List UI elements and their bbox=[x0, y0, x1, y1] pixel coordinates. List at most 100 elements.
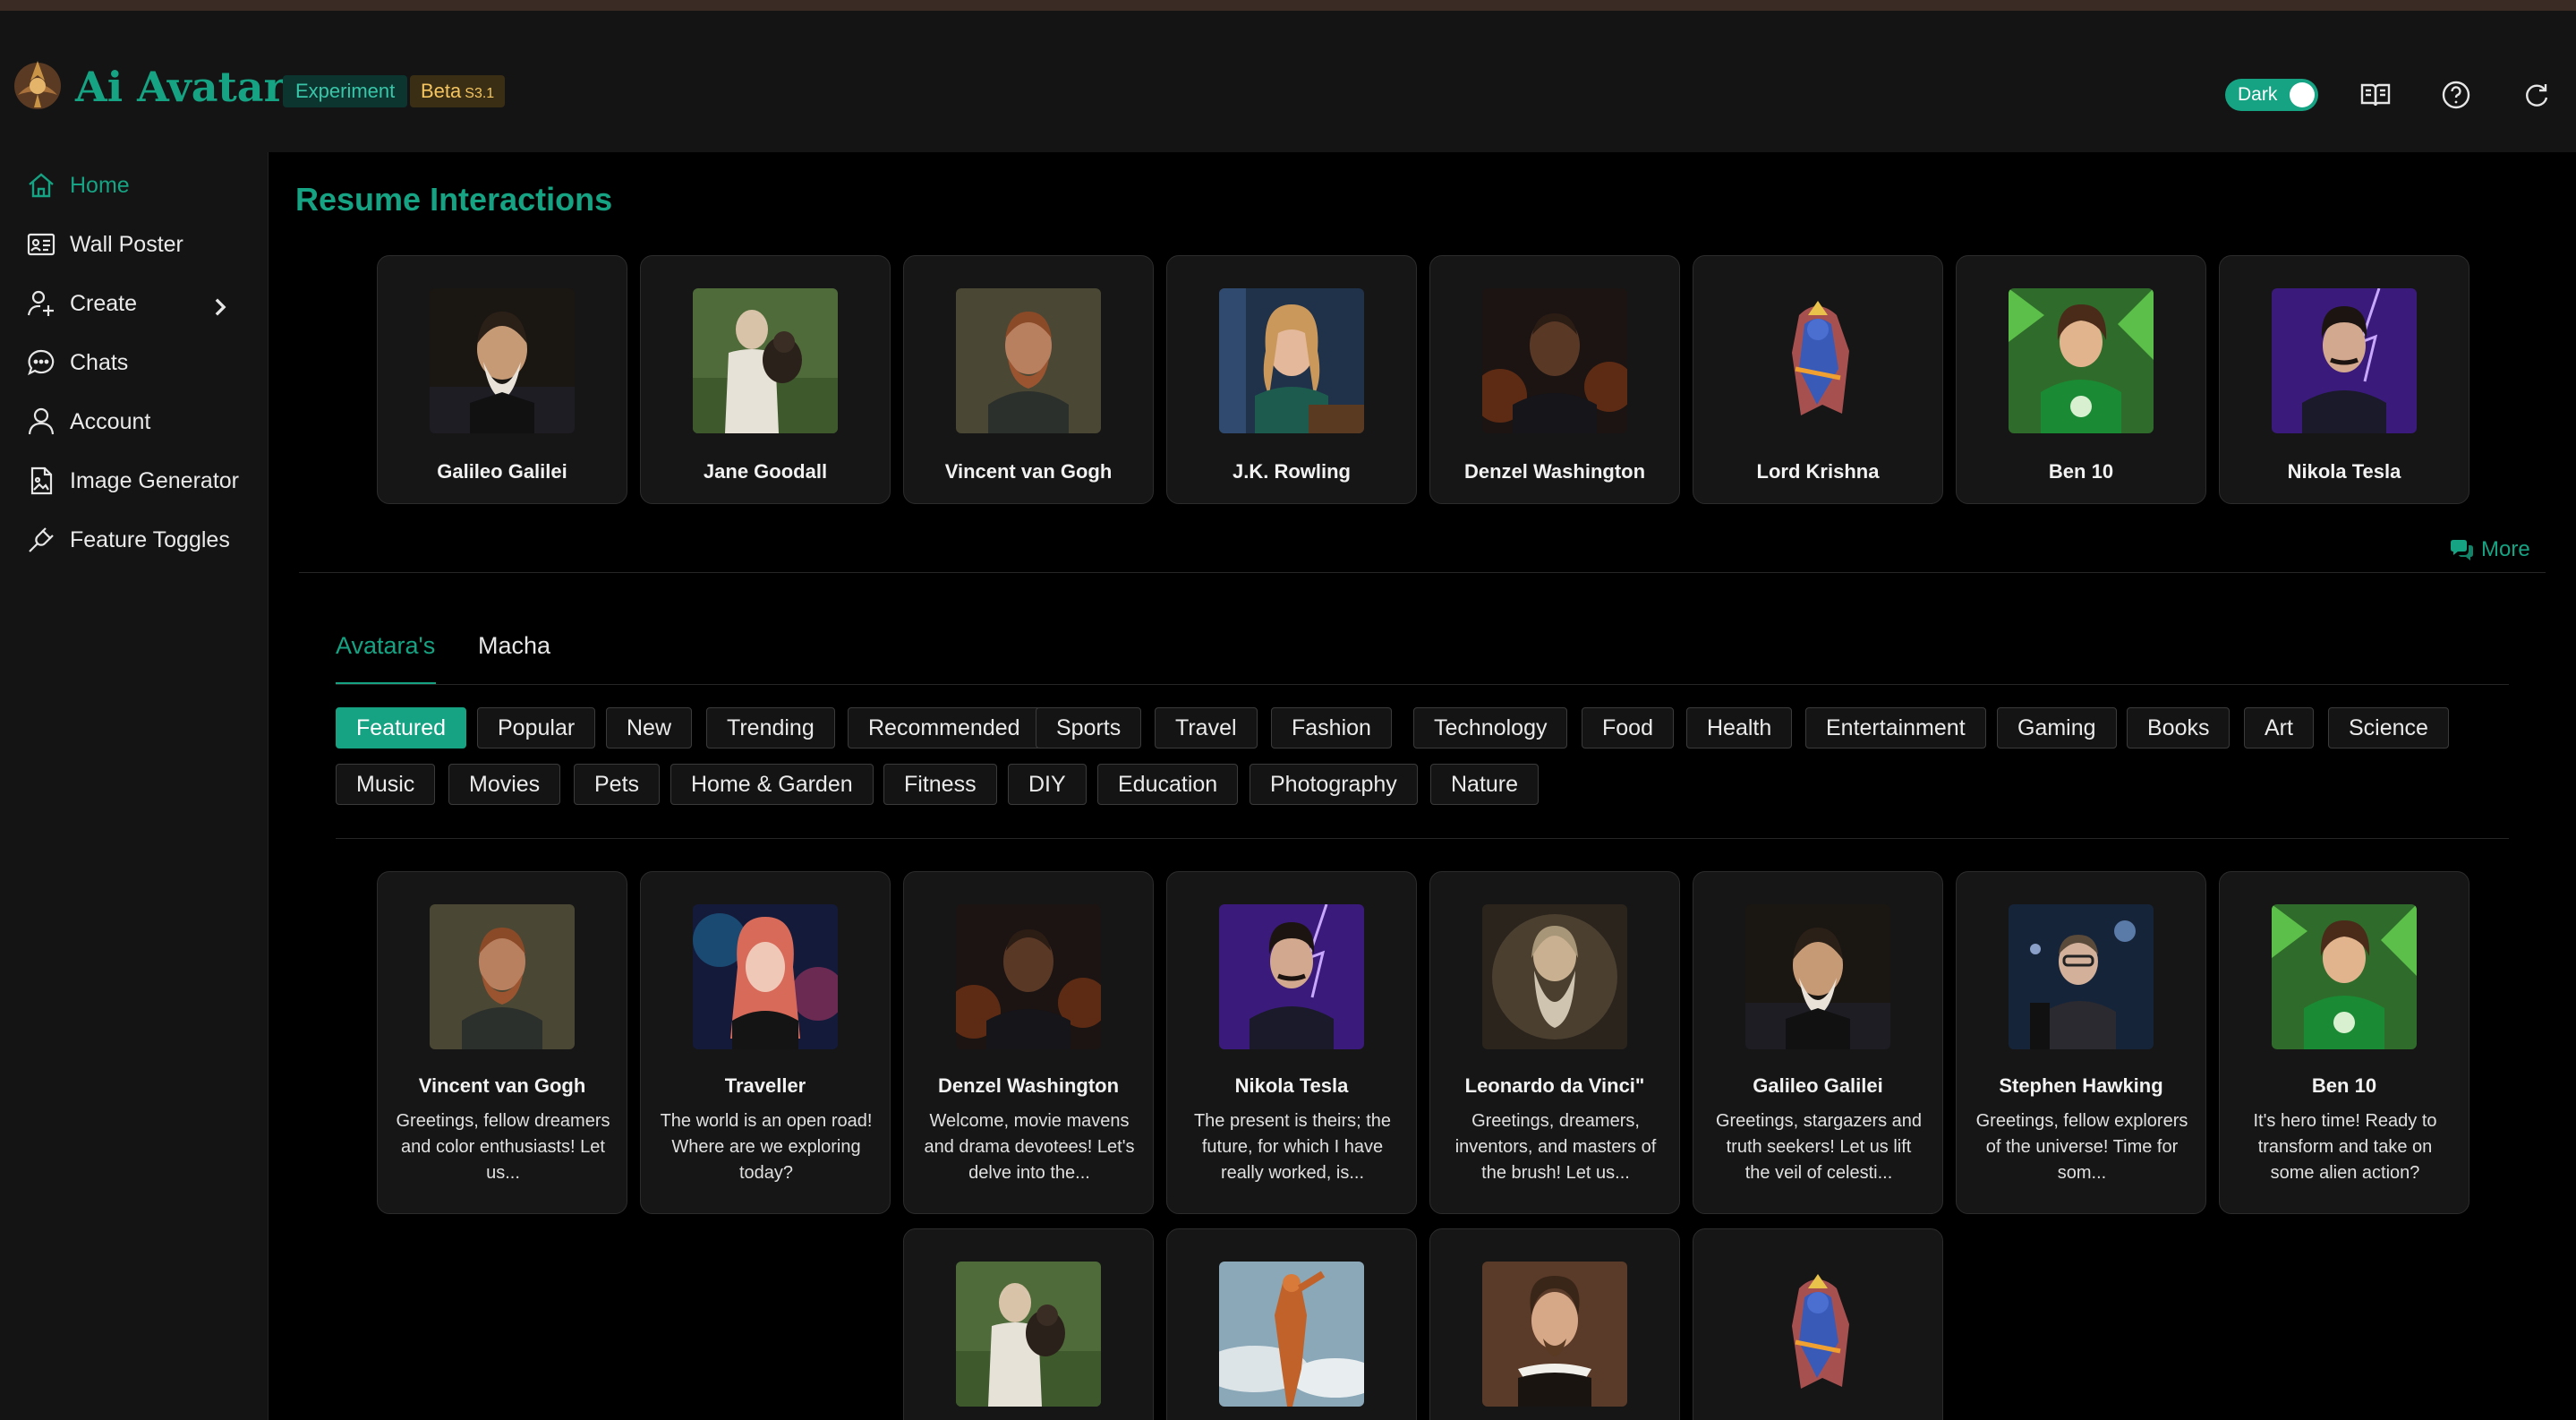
chip-diy[interactable]: DIY bbox=[1008, 764, 1087, 805]
chip-entertainment[interactable]: Entertainment bbox=[1805, 707, 1986, 748]
iron-figure-portrait bbox=[1219, 1262, 1364, 1407]
traveller-portrait bbox=[693, 904, 838, 1049]
sidebar-item-chats[interactable]: Chats bbox=[25, 343, 249, 382]
book-icon[interactable] bbox=[2358, 77, 2393, 113]
brand-name[interactable]: Ai Avatara bbox=[75, 63, 312, 111]
shakespeare-portrait bbox=[1482, 1262, 1627, 1407]
chip-travel[interactable]: Travel bbox=[1155, 707, 1258, 748]
avatar-card-van-gogh[interactable]: Vincent van Gogh Greetings, fellow dream… bbox=[377, 871, 627, 1214]
card-name: Galileo Galilei bbox=[1753, 1074, 1883, 1097]
chip-home-garden[interactable]: Home & Garden bbox=[670, 764, 874, 805]
chip-education[interactable]: Education bbox=[1097, 764, 1239, 805]
card-description: The world is an open road! Where are we … bbox=[660, 1111, 873, 1183]
sidebar-item-home[interactable]: Home bbox=[25, 166, 249, 205]
sidebar-item-account[interactable]: Account bbox=[25, 402, 249, 441]
sidebar-item-create[interactable]: Create bbox=[25, 284, 249, 323]
avatar-card-denzel[interactable]: Denzel Washington Welcome, movie mavens … bbox=[903, 871, 1154, 1214]
avatar bbox=[2272, 904, 2417, 1049]
jane-goodall-portrait bbox=[956, 1262, 1101, 1407]
chip-photography[interactable]: Photography bbox=[1250, 764, 1418, 805]
chip-popular[interactable]: Popular bbox=[477, 707, 596, 748]
sidebar-item-label: Home bbox=[70, 172, 130, 198]
tab-avataras[interactable]: Avatara's bbox=[336, 632, 435, 660]
avatar-card-da-vinci[interactable]: Leonardo da Vinci" Greetings, dreamers, … bbox=[1429, 871, 1680, 1214]
chip-trending[interactable]: Trending bbox=[706, 707, 835, 748]
tab-macha[interactable]: Macha bbox=[478, 632, 550, 660]
chip-recommended[interactable]: Recommended bbox=[848, 707, 1041, 748]
chip-books[interactable]: Books bbox=[2127, 707, 2231, 748]
beta-badge: Beta S3.1 bbox=[410, 75, 506, 107]
section-divider bbox=[299, 572, 2546, 573]
sidebar-item-wall-poster[interactable]: Wall Poster bbox=[25, 225, 249, 264]
jk-rowling-portrait bbox=[1219, 288, 1364, 433]
avatar-card-hawking[interactable]: Stephen Hawking Greetings, fellow explor… bbox=[1956, 871, 2206, 1214]
avatar-card-jane-goodall[interactable] bbox=[903, 1228, 1154, 1420]
chip-featured[interactable]: Featured bbox=[336, 707, 467, 748]
resume-card-ben-10[interactable]: Ben 10 bbox=[1956, 255, 2206, 504]
chip-food[interactable]: Food bbox=[1582, 707, 1674, 748]
avatar-card-ben-10[interactable]: Ben 10 It's hero time! Ready to transfor… bbox=[2219, 871, 2469, 1214]
card-description: Greetings, fellow dreamers and color ent… bbox=[396, 1111, 610, 1183]
chips-divider bbox=[336, 838, 2509, 839]
user-plus-icon bbox=[27, 290, 54, 316]
ben-10-portrait bbox=[2272, 904, 2417, 1049]
card-name: Leonardo da Vinci" bbox=[1464, 1074, 1645, 1097]
chip-art[interactable]: Art bbox=[2244, 707, 2314, 748]
resume-card-tesla[interactable]: Nikola Tesla bbox=[2219, 255, 2469, 504]
chip-fashion[interactable]: Fashion bbox=[1271, 707, 1392, 748]
more-link[interactable]: More bbox=[2449, 537, 2530, 562]
avatar bbox=[1219, 1262, 1364, 1407]
avatar-card-krishna[interactable] bbox=[1693, 1228, 1943, 1420]
chip-pets[interactable]: Pets bbox=[574, 764, 661, 805]
card-description: Greetings, stargazers and truth seekers!… bbox=[1715, 1111, 1923, 1183]
card-name: Galileo Galilei bbox=[437, 460, 567, 483]
avatar-card-shakespeare[interactable] bbox=[1429, 1228, 1680, 1420]
sidebar-item-image-generator[interactable]: Image Generator bbox=[25, 461, 249, 500]
card-name: J.K. Rowling bbox=[1233, 460, 1351, 483]
avatar bbox=[1219, 904, 1364, 1049]
resume-card-galileo[interactable]: Galileo Galilei bbox=[377, 255, 627, 504]
denzel-portrait bbox=[1482, 288, 1627, 433]
help-icon[interactable] bbox=[2438, 77, 2474, 113]
avatar bbox=[956, 288, 1101, 433]
resume-card-jk-rowling[interactable]: J.K. Rowling bbox=[1166, 255, 1417, 504]
sidebar-item-label: Wall Poster bbox=[70, 231, 183, 257]
theme-toggle[interactable]: Dark bbox=[2225, 79, 2318, 111]
sidebar-item-feature-toggles[interactable]: Feature Toggles bbox=[25, 520, 249, 560]
more-label: More bbox=[2481, 537, 2530, 561]
avatar bbox=[1482, 904, 1627, 1049]
krishna-portrait bbox=[1745, 288, 1890, 433]
van-gogh-portrait bbox=[430, 904, 575, 1049]
toggle-knob bbox=[2290, 82, 2315, 107]
card-description: The present is theirs; the future, for w… bbox=[1193, 1111, 1392, 1183]
avatar-card-traveller[interactable]: Traveller The world is an open road! Whe… bbox=[640, 871, 891, 1214]
avatar-card-tesla[interactable]: Nikola Tesla The present is theirs; the … bbox=[1166, 871, 1417, 1214]
chip-health[interactable]: Health bbox=[1686, 707, 1793, 748]
avatar-card-galileo[interactable]: Galileo Galilei Greetings, stargazers an… bbox=[1693, 871, 1943, 1214]
plug-icon bbox=[29, 527, 54, 552]
card-name: Jane Goodall bbox=[703, 460, 828, 483]
chip-gaming[interactable]: Gaming bbox=[1997, 707, 2117, 748]
avatar bbox=[1482, 1262, 1627, 1407]
chip-nature[interactable]: Nature bbox=[1430, 764, 1540, 805]
tesla-portrait bbox=[2272, 288, 2417, 433]
chip-new[interactable]: New bbox=[606, 707, 693, 748]
jane-goodall-portrait bbox=[693, 288, 838, 433]
card-name: Nikola Tesla bbox=[1234, 1074, 1349, 1097]
chip-science[interactable]: Science bbox=[2328, 707, 2449, 748]
chip-music[interactable]: Music bbox=[336, 764, 436, 805]
card-name: Denzel Washington bbox=[937, 1074, 1120, 1097]
avatar bbox=[430, 904, 575, 1049]
chip-sports[interactable]: Sports bbox=[1036, 707, 1142, 748]
chip-fitness[interactable]: Fitness bbox=[883, 764, 997, 805]
resume-card-krishna[interactable]: Lord Krishna bbox=[1693, 255, 1943, 504]
chip-technology[interactable]: Technology bbox=[1413, 707, 1568, 748]
card-name: Vincent van Gogh bbox=[418, 1074, 586, 1097]
avatar-card-iron-figure[interactable] bbox=[1166, 1228, 1417, 1420]
resume-card-van-gogh[interactable]: Vincent van Gogh bbox=[903, 255, 1154, 504]
chip-movies[interactable]: Movies bbox=[448, 764, 561, 805]
refresh-icon[interactable] bbox=[2519, 77, 2555, 113]
resume-card-jane-goodall[interactable]: Jane Goodall bbox=[640, 255, 891, 504]
resume-card-denzel[interactable]: Denzel Washington bbox=[1429, 255, 1680, 504]
krishna-portrait bbox=[1745, 1262, 1890, 1407]
